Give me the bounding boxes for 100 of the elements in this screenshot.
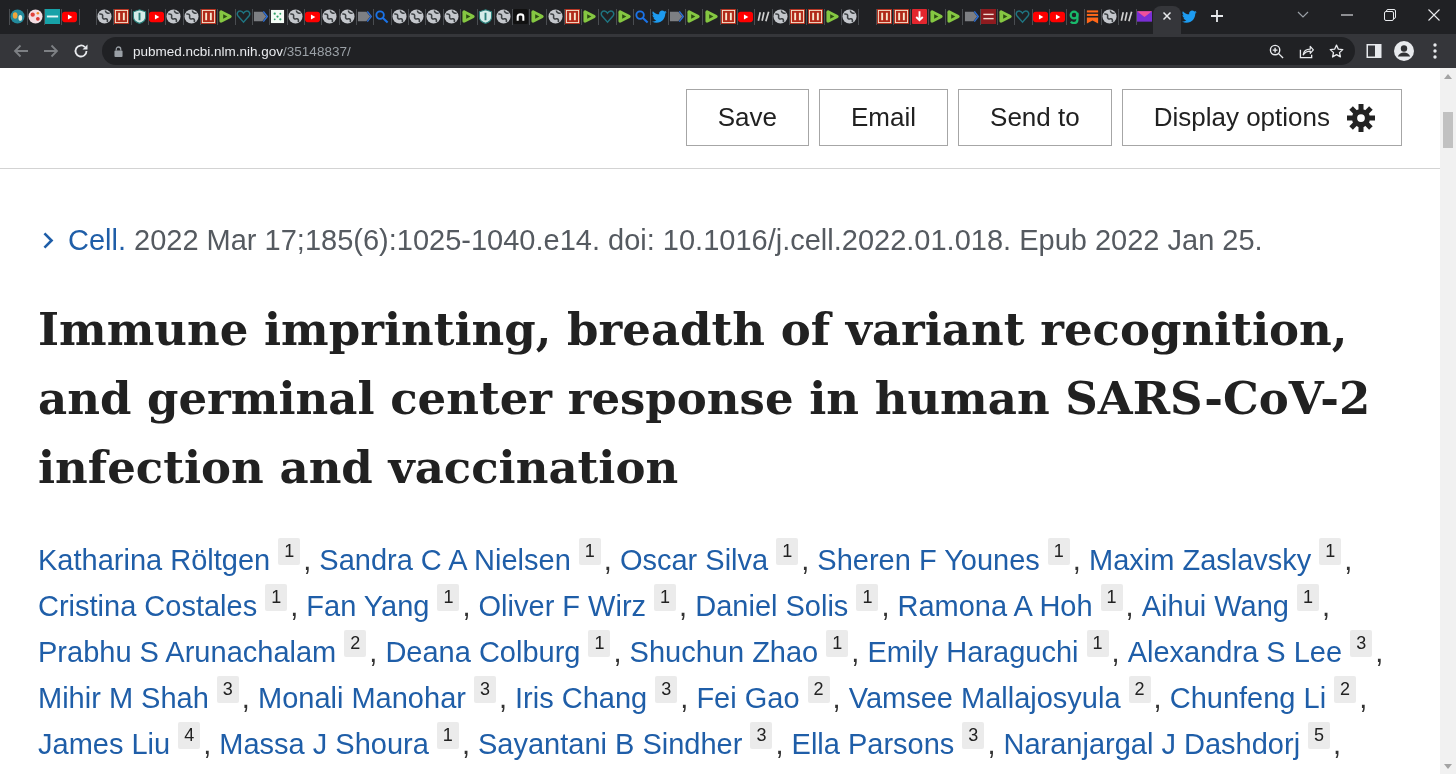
affiliation-link[interactable]: 5 — [1308, 722, 1331, 749]
author-link[interactable]: Oliver F Wirz — [478, 590, 647, 622]
affiliation-link[interactable]: 3 — [655, 676, 678, 703]
affiliation-link[interactable]: 1 — [436, 722, 459, 749]
author-link[interactable]: Sheren F Younes — [817, 544, 1040, 576]
author-link[interactable]: Emily Haraguchi — [867, 636, 1079, 668]
tag-icon — [357, 8, 372, 24]
globe-icon — [10, 8, 26, 24]
author-separator: , — [461, 728, 470, 760]
affiliation-link[interactable]: 3 — [216, 676, 239, 703]
author-link[interactable]: Aihui Wang — [1141, 590, 1289, 622]
action-button[interactable]: Email — [819, 89, 949, 146]
close-icon[interactable] — [1161, 11, 1172, 21]
scrollbar-thumb[interactable] — [1443, 112, 1453, 148]
side-panel-icon[interactable] — [1366, 43, 1382, 59]
affiliation-link[interactable]: 1 — [278, 538, 301, 565]
author-link[interactable]: Ramona A Hoh — [897, 590, 1093, 622]
affiliation-link[interactable]: 1 — [856, 584, 879, 611]
author-link[interactable]: Daniel Solis — [695, 590, 849, 622]
chevron-down-icon[interactable] — [1297, 11, 1309, 18]
star-icon[interactable] — [1329, 43, 1344, 59]
author-separator: , — [369, 636, 378, 668]
affiliation-link[interactable]: 1 — [265, 584, 288, 611]
globe-icon — [842, 8, 858, 24]
author-link[interactable]: Sayantani B Sindher — [478, 728, 743, 760]
affiliation-link[interactable]: 2 — [1334, 676, 1357, 703]
affiliation-link[interactable]: 2 — [344, 630, 367, 657]
author-link[interactable]: James Liu — [38, 728, 171, 760]
affiliation-link[interactable]: 1 — [1086, 630, 1109, 657]
plus-icon[interactable] — [1210, 9, 1225, 23]
author-link[interactable]: Oscar Silva — [619, 544, 769, 576]
affiliation-link[interactable]: 1 — [1047, 538, 1070, 565]
affiliation-link[interactable]: 3 — [473, 676, 496, 703]
zoom-in-icon[interactable] — [1269, 43, 1284, 59]
affiliation-link[interactable]: 1 — [826, 630, 849, 657]
heart-icon — [599, 8, 615, 24]
affiliation-link[interactable]: 2 — [807, 676, 830, 703]
affiliation-link[interactable]: 3 — [750, 722, 773, 749]
scrollbar[interactable] — [1440, 68, 1456, 774]
author-link[interactable]: Naranjargal J Dashdorj — [1003, 728, 1301, 760]
author-link[interactable]: Vamsee Mallajosyula — [848, 682, 1121, 714]
heart-icon — [235, 8, 251, 24]
author-link[interactable]: Shuchun Zhao — [629, 636, 819, 668]
affiliation-link[interactable]: 1 — [1319, 538, 1342, 565]
globe-icon — [183, 8, 199, 24]
affiliation-link[interactable]: 1 — [578, 538, 601, 565]
reload-icon[interactable] — [73, 43, 89, 59]
author-link[interactable]: Massa J Shoura — [219, 728, 429, 760]
framed-tile-icon — [807, 8, 823, 24]
affiliation-link[interactable]: 3 — [1350, 630, 1373, 657]
menu-icon[interactable] — [1433, 43, 1437, 59]
author-link[interactable]: Deana Colburg — [385, 636, 581, 668]
author-separator: , — [203, 728, 212, 760]
arrow-tile-icon — [911, 8, 927, 24]
globe-icon — [339, 8, 355, 24]
author-link[interactable]: Maxim Zaslavsky — [1089, 544, 1312, 576]
author-link[interactable]: Chunfeng Li — [1169, 682, 1327, 714]
journal-link[interactable]: Cell. — [38, 223, 126, 257]
framed-tile-icon — [564, 8, 580, 24]
affiliation-link[interactable]: 2 — [1128, 676, 1151, 703]
author-separator: , — [462, 590, 471, 622]
avatar-icon[interactable] — [1394, 41, 1414, 61]
tag-icon — [253, 8, 269, 24]
author-link[interactable]: Iris Chang — [515, 682, 648, 714]
framed-tile-icon — [201, 8, 217, 24]
action-button[interactable]: Save — [685, 89, 810, 146]
affiliation-link[interactable]: 1 — [1296, 584, 1319, 611]
author-link[interactable]: Prabhu S Arunachalam — [38, 636, 337, 668]
affiliation-link[interactable]: 1 — [588, 630, 611, 657]
affiliation-link[interactable]: 1 — [654, 584, 677, 611]
framed-tile-icon — [720, 8, 736, 24]
author-separator: , — [1153, 682, 1162, 714]
play-icon — [616, 8, 632, 24]
author-link[interactable]: Fan Yang — [306, 590, 430, 622]
affiliation-link[interactable]: 4 — [178, 722, 201, 749]
play-icon — [582, 8, 598, 24]
author-link[interactable]: Sandra C A Nielsen — [319, 544, 571, 576]
address-bar[interactable]: pubmed.ncbi.nlm.nih.gov/35148837/ — [102, 37, 1355, 65]
affiliation-link[interactable]: 1 — [437, 584, 460, 611]
author-link[interactable]: Alexandra S Lee — [1127, 636, 1343, 668]
author-link[interactable]: Fei Gao — [696, 682, 800, 714]
author-link[interactable]: Monali Manohar — [257, 682, 466, 714]
author-link[interactable]: Mihir M Shah — [38, 682, 209, 714]
globe-icon — [1102, 8, 1118, 24]
affiliation-link[interactable]: 1 — [776, 538, 799, 565]
author-link[interactable]: Cristina Costales — [38, 590, 258, 622]
restore-icon[interactable] — [1384, 9, 1396, 21]
settings-button[interactable]: Display options — [1121, 89, 1402, 146]
share-icon[interactable] — [1299, 43, 1314, 59]
globe-icon — [409, 8, 424, 24]
bird-icon — [651, 8, 667, 24]
url-text: pubmed.ncbi.nlm.nih.gov/35148837/ — [133, 43, 351, 59]
tile-icon — [45, 8, 61, 24]
affiliation-link[interactable]: 1 — [1100, 584, 1123, 611]
author-link[interactable]: Katharina Röltgen — [38, 544, 271, 576]
author-link[interactable]: Ella Parsons — [791, 728, 955, 760]
tag-icon — [963, 8, 979, 24]
affiliation-link[interactable]: 3 — [962, 722, 985, 749]
action-button[interactable]: Send to — [958, 89, 1112, 146]
close-icon[interactable] — [1428, 9, 1440, 21]
